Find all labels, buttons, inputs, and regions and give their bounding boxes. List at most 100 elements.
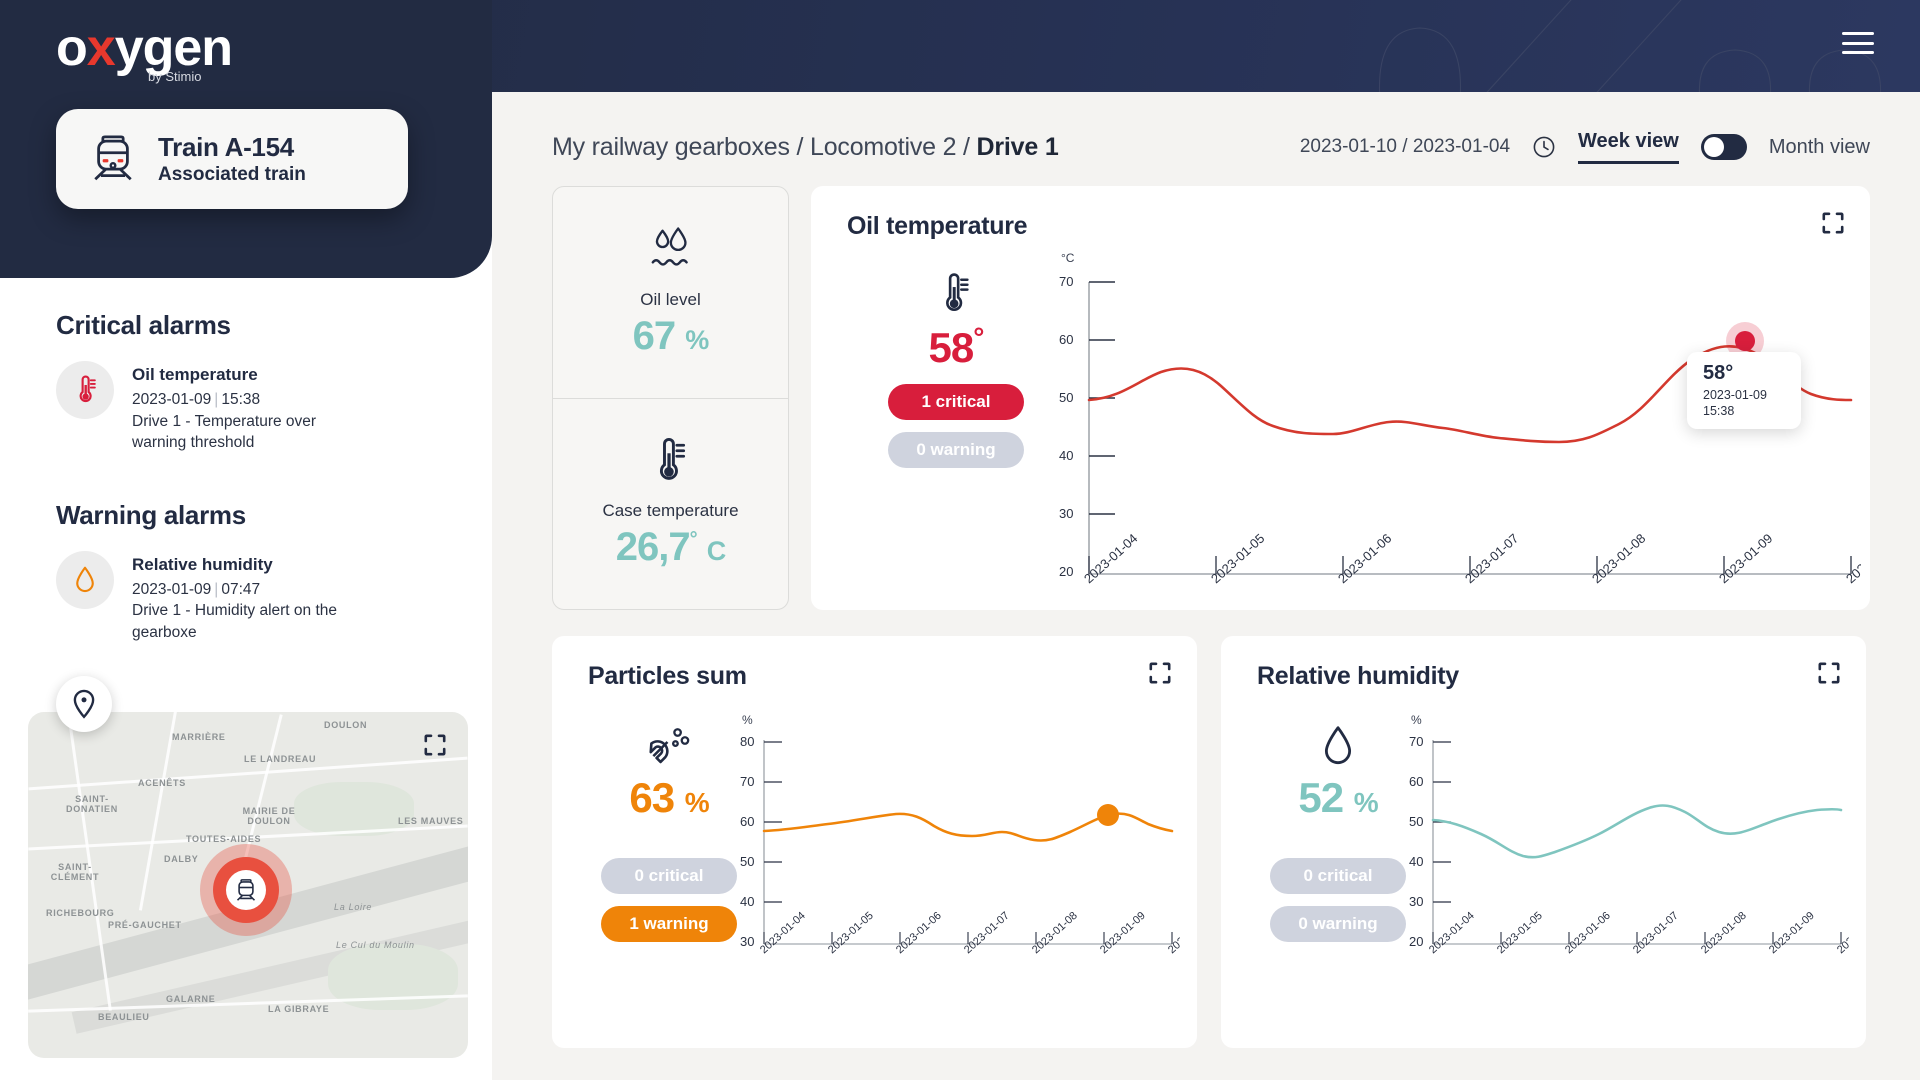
chart-point-marker [1097, 804, 1119, 826]
map-label: DOULON [324, 720, 368, 730]
thermometer-icon [946, 273, 969, 311]
y-tick: 50 [1059, 390, 1073, 405]
relative-humidity-chart[interactable]: % 70 60 50 40 30 20 2023-01-04 2023-01-0… [1405, 710, 1849, 1010]
fullscreen-icon[interactable] [1822, 212, 1844, 239]
clock-icon[interactable] [1532, 135, 1556, 159]
card-title: Relative humidity [1257, 662, 1459, 690]
fullscreen-glyph [424, 734, 446, 756]
kpi-case-temperature: Case temperature 26,7° C [553, 397, 788, 610]
y-tick: 70 [740, 774, 754, 789]
alarms-section: Critical alarms Oil temperature 2023-01-… [0, 278, 492, 643]
map-label: La Loire [334, 902, 373, 912]
map-fullscreen-icon[interactable] [424, 734, 446, 761]
map-label: SAINT-CLÉMENT [50, 862, 100, 883]
timestamp-separator: | [214, 391, 219, 409]
kpi-label: Case temperature [602, 501, 739, 521]
fullscreen-glyph [1822, 212, 1844, 234]
fullscreen-glyph [1818, 662, 1840, 684]
dashboard-root: oxygen by Stimio Train A-154 Associated … [0, 0, 1920, 1080]
kpi-unit: C [706, 536, 726, 567]
train-card[interactable]: Train A-154 Associated train [56, 109, 408, 209]
tab-month-view[interactable]: Month view [1769, 136, 1870, 159]
y-tick: 60 [740, 814, 754, 829]
y-tick: 20 [1409, 934, 1423, 949]
breadcrumb-current: Drive 1 [976, 132, 1059, 161]
brand-logo: oxygen [56, 19, 233, 77]
card-title: Oil temperature [847, 212, 1028, 240]
x-tick-label: 2023-01-07 [1462, 531, 1521, 587]
thermometer-icon [659, 438, 685, 481]
tooltip-date: 2023-01-09 [1703, 387, 1767, 402]
warning-alarms-heading: Warning alarms [56, 499, 246, 530]
x-tick-label: 2023-01-04 [1427, 910, 1477, 957]
map-label: LES MAUVES [398, 816, 464, 826]
alarm-text: Oil temperature 2023-01-09 | 15:38 Drive 1… [132, 361, 347, 454]
pill-critical[interactable]: 0 critical [1270, 858, 1406, 894]
location-pin-icon[interactable] [56, 676, 112, 732]
x-axis-labels: 2023-01-04 2023-01-05 2023-01-06 2023-01… [1427, 910, 1849, 957]
y-ticks [764, 741, 782, 903]
pill-critical[interactable]: 0 critical [601, 858, 737, 894]
tab-week-view[interactable]: Week view [1578, 130, 1679, 164]
x-tick-label: 2023-01-05 [1208, 531, 1267, 587]
breadcrumb[interactable]: My railway gearboxes / Locomotive 2 / Dr… [552, 133, 1059, 162]
x-tick-label: 2023-01-09 [1716, 531, 1775, 587]
alarm-description: Drive 1 - Humidity alert on the gearboxe [132, 602, 338, 641]
map-label: DALBY [164, 854, 199, 864]
alarm-description: Drive 1 - Temperature over warning thres… [132, 412, 317, 452]
map-label: SAINT-DONATIEN [66, 794, 118, 815]
map-train-marker[interactable] [200, 844, 292, 936]
row-secondary: Particles sum 63 % 0 critical 1 warning … [552, 636, 1870, 1048]
alarm-timestamp: 2023-01-09 | 15:38 [132, 391, 261, 409]
train-card-title: Train A-154 [158, 131, 294, 162]
view-toggle[interactable] [1700, 134, 1747, 160]
x-tick-label: 2023-01-06 [1563, 910, 1613, 957]
degree-sign: ° [689, 528, 698, 551]
particles-sum-chart[interactable]: % 80 70 60 50 40 30 2023-01-04 2023-01-0… [736, 710, 1180, 1010]
breadcrumb-path[interactable]: My railway gearboxes / Locomotive 2 / [552, 133, 977, 161]
metric-oil-temperature: 58° 1 critical 0 warning [861, 272, 1051, 468]
x-tick-label: 2023-01-10 [1835, 910, 1849, 957]
x-tick-label: 2023-01-04 [1081, 531, 1140, 587]
metric-value: 58° [928, 322, 985, 371]
kpi-column: Oil level 67 % Case temperature 26,7° C [552, 186, 789, 610]
map-panel[interactable]: DOULON MARRIÈRE LE LANDREAU ACENÊTS SAIN… [28, 712, 468, 1058]
pill-warning[interactable]: 0 warning [1270, 906, 1406, 942]
logo-x-mark: x [86, 19, 116, 77]
y-tick: 30 [1409, 894, 1423, 909]
row-primary: Oil level 67 % Case temperature 26,7° C [552, 186, 1870, 610]
alarm-item-warning[interactable]: Relative humidity 2023-01-09 | 07:47 Drive… [56, 550, 436, 644]
map-label: RICHEBOURG [46, 908, 115, 918]
alarm-item-critical[interactable]: Oil temperature 2023-01-09 | 15:38 Drive 1… [56, 361, 436, 454]
critical-alarms-heading: Critical alarms [56, 310, 231, 340]
y-tick: 40 [740, 894, 754, 909]
pill-critical[interactable]: 1 critical [888, 384, 1024, 420]
pill-warning[interactable]: 1 warning [601, 906, 737, 942]
x-tick-label: 2023-01-06 [1335, 531, 1394, 587]
magnet-particles-icon [649, 728, 690, 764]
fullscreen-icon[interactable] [1149, 662, 1171, 689]
kpi-label: Oil level [640, 289, 701, 309]
map-label: GALARNE [166, 994, 216, 1004]
card-oil-temperature: Oil temperature 58° 1 critical 0 warning… [811, 186, 1870, 610]
x-tick-label: 2023-01-10 [1166, 910, 1180, 957]
x-tick-label: 2023-01-08 [1030, 910, 1080, 957]
kpi-value: 67 % [632, 313, 710, 358]
alarm-icon-wrap [56, 550, 114, 609]
main-header: My railway gearboxes / Locomotive 2 / Dr… [552, 116, 1870, 178]
header-controls: 2023-01-10 / 2023-01-04 Week view Month … [1300, 130, 1870, 164]
hamburger-menu-icon[interactable] [1842, 32, 1874, 54]
pill-warning[interactable]: 0 warning [888, 432, 1024, 468]
main-panel: My railway gearboxes / Locomotive 2 / Dr… [492, 92, 1920, 1080]
train-card-subtitle: Associated train [158, 164, 306, 186]
fullscreen-icon[interactable] [1818, 662, 1840, 689]
droplet-icon [76, 566, 94, 592]
x-tick-label: 2023-01-05 [826, 910, 876, 957]
brand-tagline: by Stimio [148, 69, 202, 84]
x-tick-label: 2023-01-08 [1699, 910, 1749, 957]
date-range-label: 2023-01-10 / 2023-01-04 [1299, 136, 1511, 157]
fullscreen-glyph [1149, 662, 1171, 684]
y-tick: 70 [1409, 734, 1423, 749]
metric-unit: % [1353, 787, 1379, 818]
timestamp-separator: | [214, 581, 219, 599]
